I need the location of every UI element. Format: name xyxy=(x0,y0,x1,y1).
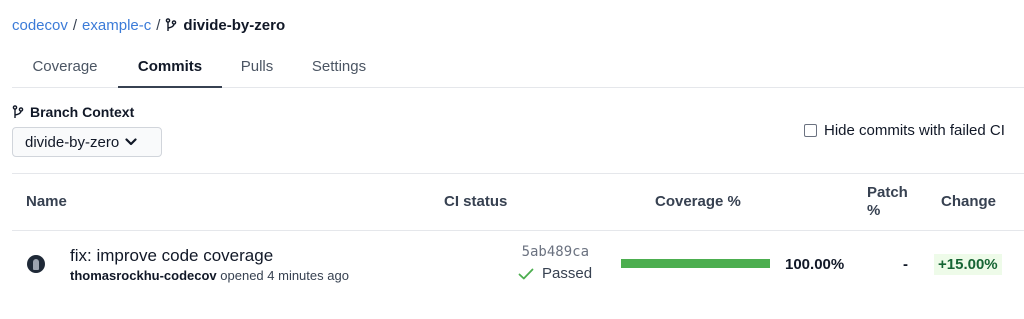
hide-failed-ci-checkbox[interactable] xyxy=(804,124,817,137)
column-header-patch-line1: Patch xyxy=(867,184,908,201)
tab-pulls[interactable]: Pulls xyxy=(230,52,284,88)
patch-percentage: - xyxy=(903,256,908,273)
commit-sha-link[interactable]: 5ab489ca xyxy=(522,244,589,260)
column-header-coverage[interactable]: Coverage % xyxy=(655,193,741,210)
column-header-patch-line2: % xyxy=(867,202,881,219)
avatar xyxy=(27,255,45,273)
commit-meta: thomasrockhu-codecov opened 4 minutes ag… xyxy=(70,268,349,283)
coverage-progress-bar xyxy=(621,259,770,268)
commit-title-link[interactable]: fix: improve code coverage xyxy=(70,246,273,266)
breadcrumb-repo-link[interactable]: example-c xyxy=(82,17,151,34)
commit-opened-time: opened 4 minutes ago xyxy=(220,268,349,283)
breadcrumb: codecov / example-c / divide-by-zero xyxy=(12,15,285,35)
hide-failed-ci-toggle[interactable]: Hide commits with failed CI xyxy=(804,122,1005,139)
breadcrumb-separator: / xyxy=(72,16,78,34)
column-header-patch[interactable]: Patch % xyxy=(867,184,908,220)
table-divider-top xyxy=(12,173,1024,174)
column-header-name[interactable]: Name xyxy=(26,193,67,210)
branch-context-heading: Branch Context xyxy=(12,104,134,120)
coverage-change-badge: +15.00% xyxy=(934,254,1002,275)
column-header-ci-status[interactable]: CI status xyxy=(444,193,507,210)
breadcrumb-branch: divide-by-zero xyxy=(165,17,285,34)
breadcrumb-branch-label: divide-by-zero xyxy=(183,16,286,34)
commit-author: thomasrockhu-codecov xyxy=(70,268,217,283)
checkmark-icon xyxy=(518,268,534,279)
column-header-change[interactable]: Change xyxy=(941,193,996,210)
repo-tabs: Coverage Commits Pulls Settings xyxy=(12,52,1024,88)
branch-select-value: divide-by-zero xyxy=(25,133,120,151)
git-branch-icon xyxy=(166,18,177,31)
branch-context-label: Branch Context xyxy=(30,104,135,120)
hide-failed-ci-label: Hide commits with failed CI xyxy=(824,122,1005,139)
ci-status-label: Passed xyxy=(542,265,593,282)
table-divider-header xyxy=(12,230,1024,231)
ci-status: Passed xyxy=(518,265,592,282)
breadcrumb-separator: / xyxy=(156,16,161,34)
breadcrumb-org-link[interactable]: codecov xyxy=(12,17,68,34)
chevron-down-icon xyxy=(125,138,137,146)
branch-select-dropdown[interactable]: divide-by-zero xyxy=(12,127,162,157)
tab-settings[interactable]: Settings xyxy=(302,52,376,88)
tab-commits[interactable]: Commits xyxy=(118,52,222,88)
git-branch-icon xyxy=(12,105,24,118)
tab-coverage[interactable]: Coverage xyxy=(12,52,118,88)
coverage-progress-fill xyxy=(621,259,770,268)
coverage-percentage: 100.00% xyxy=(785,256,845,273)
